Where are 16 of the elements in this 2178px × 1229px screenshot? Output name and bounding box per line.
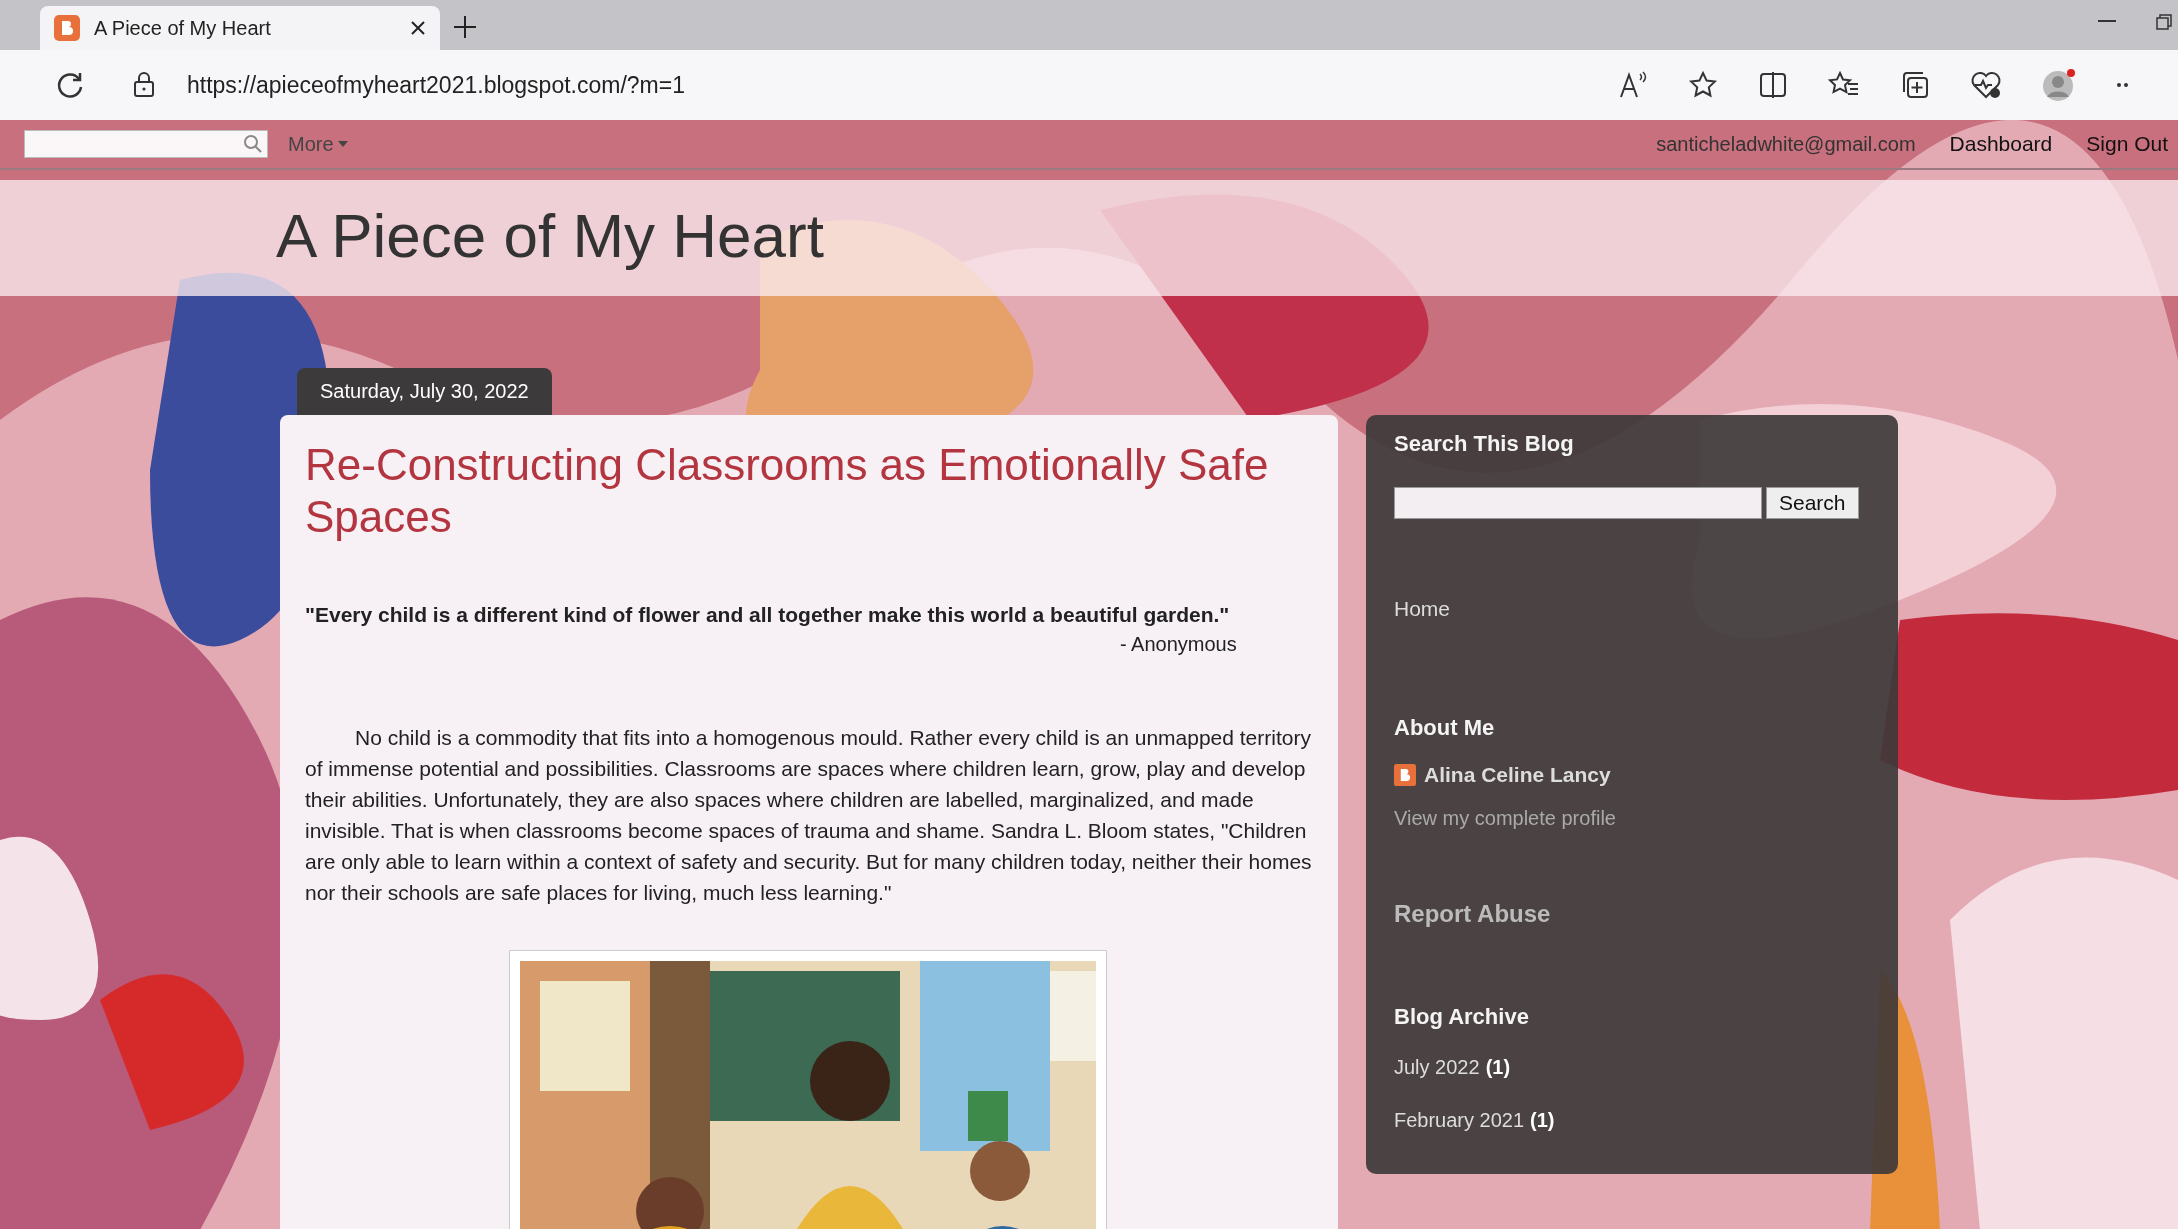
reload-icon[interactable] bbox=[55, 70, 85, 100]
restore-icon[interactable] bbox=[2156, 14, 2172, 30]
blogger-icon bbox=[54, 15, 80, 41]
collections-icon[interactable] bbox=[1900, 70, 1930, 100]
browser-tab[interactable]: A Piece of My Heart bbox=[40, 6, 440, 50]
split-screen-icon[interactable] bbox=[1758, 70, 1788, 100]
star-icon[interactable] bbox=[1688, 70, 1718, 100]
read-aloud-icon[interactable] bbox=[1618, 71, 1648, 99]
close-icon[interactable] bbox=[410, 20, 426, 36]
tab-title: A Piece of My Heart bbox=[94, 16, 272, 40]
heart-icon[interactable] bbox=[1970, 70, 2002, 100]
minimize-icon[interactable] bbox=[2098, 20, 2116, 24]
new-tab-icon[interactable] bbox=[452, 14, 478, 40]
lock-icon[interactable] bbox=[133, 72, 155, 98]
avatar-icon[interactable] bbox=[2042, 68, 2076, 102]
more-icon[interactable] bbox=[2116, 82, 2128, 88]
